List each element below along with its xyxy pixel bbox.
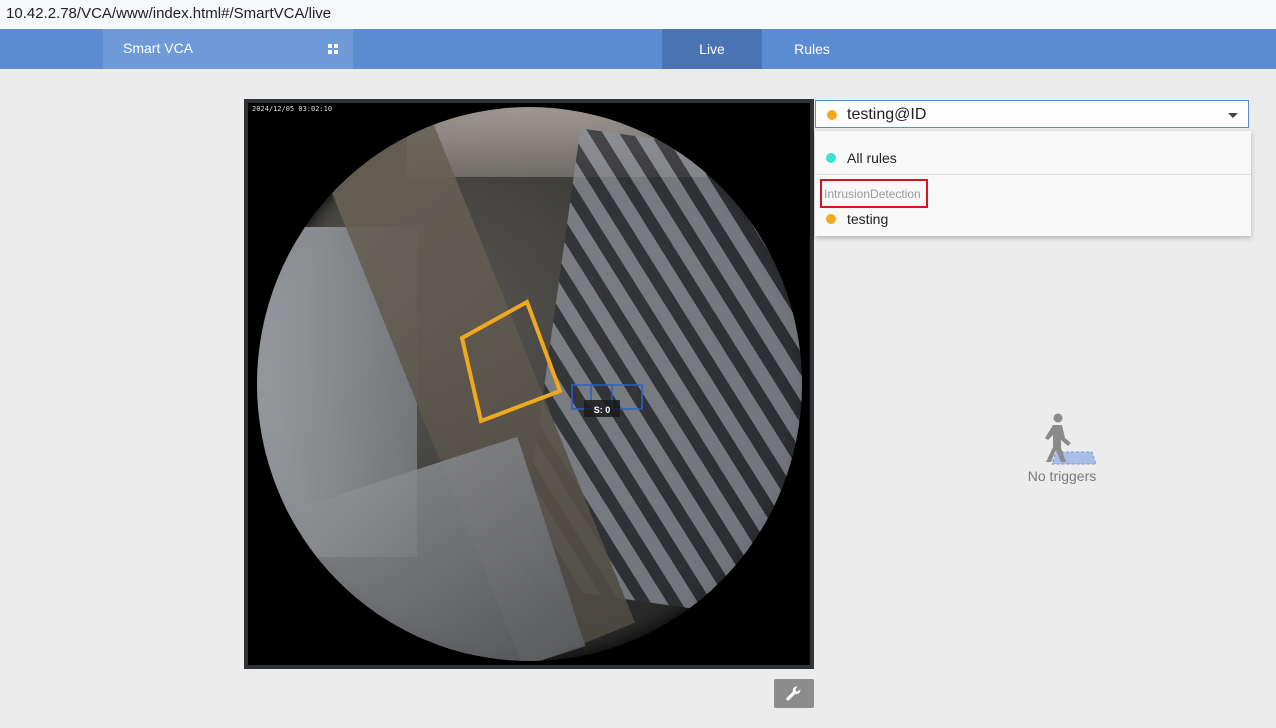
settings-button[interactable] xyxy=(774,679,814,708)
highlight-box xyxy=(820,179,928,208)
intrusion-zone[interactable] xyxy=(459,299,563,424)
dropdown-divider xyxy=(815,174,1251,175)
video-feed-frame: S: 0 2024/12/05 03:02:10 xyxy=(244,99,814,669)
option-all-rules[interactable]: All rules xyxy=(815,146,1251,170)
all-rules-dot xyxy=(826,153,836,163)
testing-rule-dot xyxy=(826,214,836,224)
top-nav: Smart VCA Live Rules xyxy=(0,29,1276,69)
grid-icon[interactable] xyxy=(328,44,338,54)
tab-live[interactable]: Live xyxy=(662,29,762,69)
counter-label: S: 0 xyxy=(594,405,611,415)
option-label: testing xyxy=(847,211,889,227)
brand-label: Smart VCA xyxy=(123,40,194,56)
browser-address-bar[interactable]: 10.42.2.78/VCA/www/index.html#/SmartVCA/… xyxy=(0,0,1276,30)
brand-menu[interactable]: Smart VCA xyxy=(103,29,353,69)
vca-overlay: S: 0 xyxy=(459,299,643,424)
option-testing[interactable]: testing xyxy=(815,207,1251,231)
no-triggers-text: No triggers xyxy=(1027,468,1097,484)
rule-dropdown: All rules IntrusionDetection testing xyxy=(815,131,1251,236)
walking-person-icon xyxy=(1045,413,1097,465)
wrench-icon xyxy=(786,685,801,700)
chevron-down-icon[interactable] xyxy=(1228,113,1238,118)
rule-selector[interactable]: testing@ID xyxy=(815,100,1249,128)
video-feed[interactable]: S: 0 2024/12/05 03:02:10 xyxy=(248,103,810,665)
no-triggers-panel: No triggers xyxy=(1020,410,1104,490)
video-timestamp: 2024/12/05 03:02:10 xyxy=(252,105,333,113)
rule-status-dot xyxy=(827,110,837,120)
rule-selector-value: testing@ID xyxy=(847,106,927,123)
option-label: All rules xyxy=(847,150,897,166)
url-text[interactable]: 10.42.2.78/VCA/www/index.html#/SmartVCA/… xyxy=(6,5,331,22)
tab-rules[interactable]: Rules xyxy=(762,29,862,69)
